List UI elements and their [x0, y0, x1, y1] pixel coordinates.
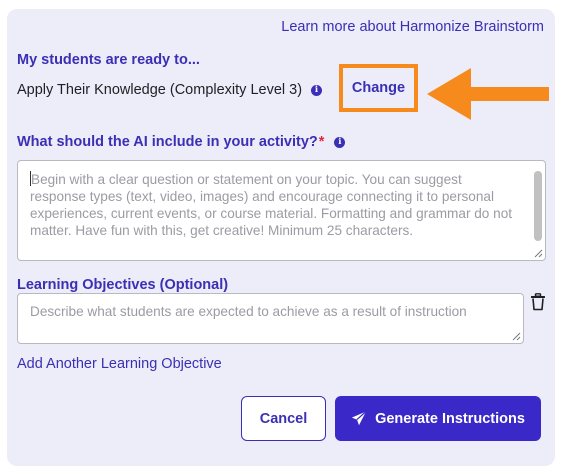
change-complexity-link[interactable]: Change — [352, 80, 405, 96]
learn-more-link[interactable]: Learn more about Harmonize Brainstorm — [281, 19, 544, 35]
cancel-button-label: Cancel — [259, 410, 308, 427]
readiness-heading: My students are ready to... — [17, 52, 200, 68]
info-icon[interactable]: i — [334, 136, 346, 148]
learning-objective-textarea[interactable]: Describe what students are expected to a… — [17, 293, 524, 344]
generate-instructions-button[interactable]: Generate Instructions — [335, 396, 541, 441]
brainstorm-form-panel: Learn more about Harmonize Brainstorm My… — [7, 9, 555, 466]
required-marker: * — [318, 134, 325, 150]
activity-heading: What should the AI include in your activ… — [17, 134, 346, 150]
learning-objective-row: Describe what students are expected to a… — [17, 293, 557, 345]
resize-handle-icon[interactable] — [534, 249, 543, 258]
complexity-label: Apply Their Knowledge (Complexity Level … — [17, 82, 303, 98]
paper-plane-icon — [351, 411, 367, 426]
generate-button-label: Generate Instructions — [375, 410, 525, 427]
complexity-row: Apply Their Knowledge (Complexity Level … — [17, 82, 323, 98]
learning-objective-placeholder: Describe what students are expected to a… — [30, 304, 467, 319]
info-icon[interactable]: i — [311, 84, 323, 96]
change-highlight-box: Change — [339, 64, 418, 112]
resize-handle-icon[interactable] — [512, 332, 521, 341]
cancel-button[interactable]: Cancel — [241, 396, 326, 441]
activity-placeholder: Begin with a clear question or statement… — [30, 171, 513, 238]
trash-icon[interactable] — [530, 293, 546, 311]
activity-heading-text: What should the AI include in your activ… — [17, 134, 318, 150]
textarea-scrollbar[interactable] — [534, 171, 542, 241]
add-learning-objective-link[interactable]: Add Another Learning Objective — [17, 356, 222, 372]
learning-objectives-heading: Learning Objectives (Optional) — [17, 277, 229, 293]
left-arrow-icon — [427, 68, 549, 120]
activity-textarea[interactable]: Begin with a clear question or statement… — [17, 160, 546, 261]
